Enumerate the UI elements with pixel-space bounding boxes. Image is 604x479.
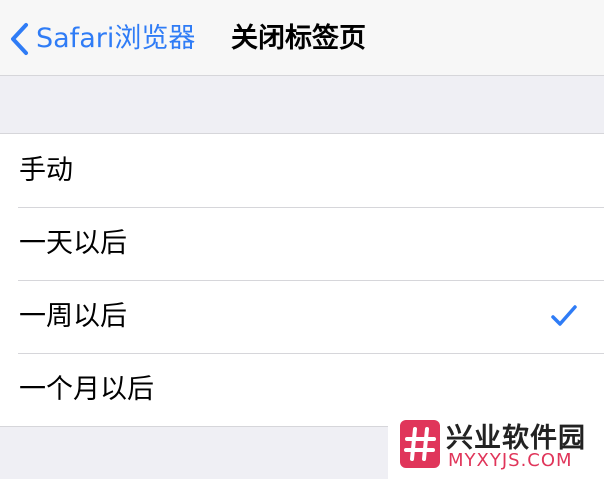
close-tabs-options-list: 手动 一天以后 一周以后 一个月以后 bbox=[0, 133, 604, 427]
option-row-one-day[interactable]: 一天以后 bbox=[0, 207, 604, 280]
back-button[interactable]: Safari浏览器 bbox=[8, 18, 195, 60]
option-label: 手动 bbox=[19, 155, 73, 186]
option-row-one-week[interactable]: 一周以后 bbox=[0, 280, 604, 353]
page-title: 关闭标签页 bbox=[231, 23, 366, 54]
settings-screen: Safari浏览器 关闭标签页 手动 一天以后 一周以后 一个月以后 兴业软件园… bbox=[0, 0, 604, 479]
back-button-label: Safari浏览器 bbox=[36, 23, 196, 54]
option-label: 一天以后 bbox=[19, 228, 127, 259]
navigation-bar: Safari浏览器 关闭标签页 bbox=[0, 0, 604, 76]
checkmark-icon bbox=[551, 305, 577, 326]
option-label: 一周以后 bbox=[19, 301, 127, 332]
watermark: 兴业软件园 MYXYJS.COM bbox=[388, 408, 604, 479]
option-row-manual[interactable]: 手动 bbox=[0, 134, 604, 207]
watermark-domain: MYXYJS.COM bbox=[448, 450, 573, 471]
chevron-left-icon bbox=[11, 23, 28, 55]
hash-logo-icon bbox=[400, 420, 440, 468]
option-label: 一个月以后 bbox=[19, 374, 154, 405]
